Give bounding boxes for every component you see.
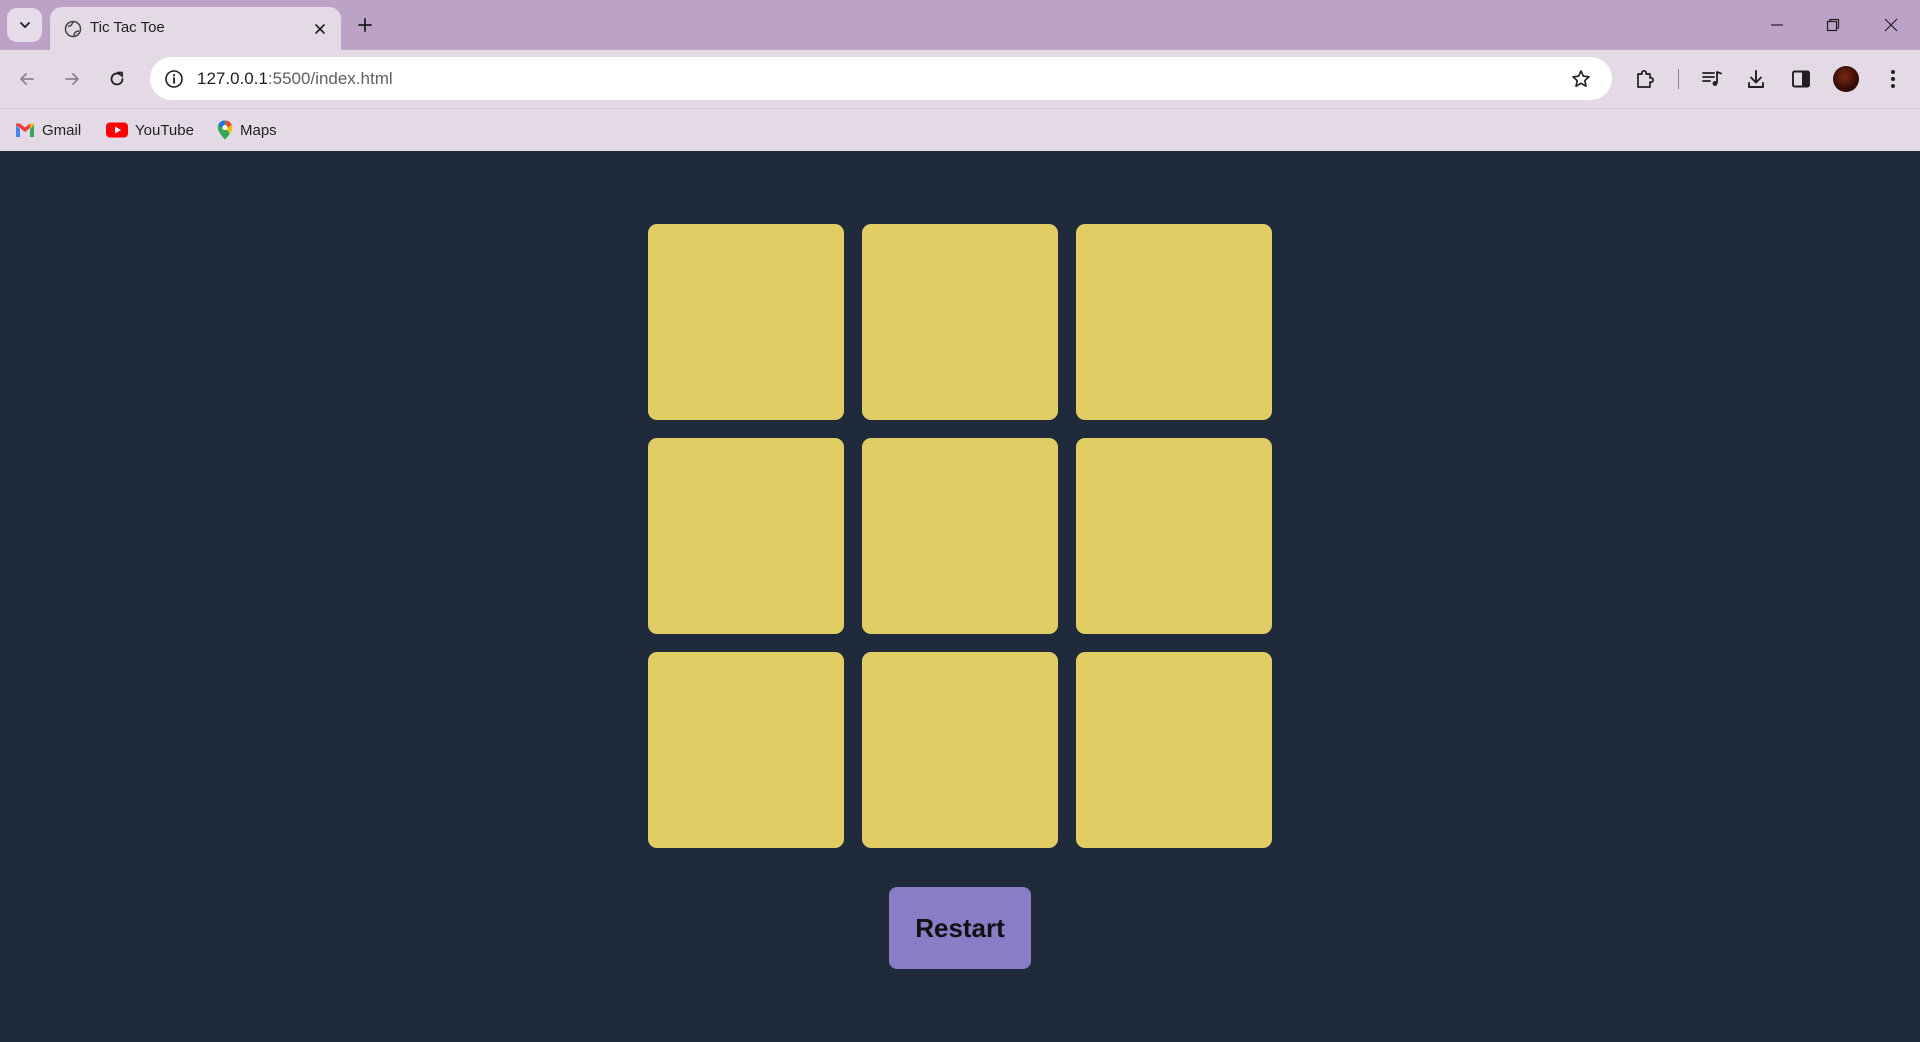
game-board xyxy=(648,224,1273,849)
media-controls-button[interactable] xyxy=(1697,64,1727,94)
browser-toolbar: 127.0.0.1:5500/index.html xyxy=(0,50,1920,108)
minimize-icon xyxy=(1771,24,1783,26)
url-host: 127.0.0.1 xyxy=(197,69,268,88)
tab-title: Tic Tac Toe xyxy=(90,19,165,36)
more-vertical-icon xyxy=(1891,70,1895,88)
gmail-icon xyxy=(16,123,34,137)
close-icon xyxy=(1884,18,1898,32)
profile-avatar[interactable] xyxy=(1833,66,1859,92)
close-icon xyxy=(315,24,325,34)
address-bar[interactable]: 127.0.0.1:5500/index.html xyxy=(150,57,1612,100)
board-cell[interactable] xyxy=(862,652,1058,848)
download-icon xyxy=(1748,70,1764,88)
arrow-right-icon xyxy=(65,73,79,85)
info-icon xyxy=(165,70,183,88)
back-button[interactable] xyxy=(12,64,42,94)
browser-title-bar: Tic Tac Toe xyxy=(0,0,1920,50)
extensions-button[interactable] xyxy=(1631,64,1661,94)
bookmark-youtube-label: YouTube xyxy=(135,121,194,139)
board-cell[interactable] xyxy=(648,438,844,634)
forward-button[interactable] xyxy=(57,64,87,94)
reload-icon xyxy=(110,71,124,86)
youtube-icon xyxy=(106,122,128,138)
bookmark-gmail-label: Gmail xyxy=(42,121,82,139)
board-cell[interactable] xyxy=(648,652,844,848)
bookmark-gmail[interactable]: Gmail xyxy=(15,117,81,143)
browser-menu-button[interactable] xyxy=(1878,64,1908,94)
side-panel-icon xyxy=(1792,70,1810,88)
bookmark-star-button[interactable] xyxy=(1569,67,1593,91)
restore-button[interactable] xyxy=(1818,10,1848,40)
restore-icon xyxy=(1826,18,1840,32)
music-queue-icon xyxy=(1702,71,1722,86)
page-content: Restart xyxy=(0,151,1920,1042)
bookmark-maps-label: Maps xyxy=(240,121,277,139)
site-info-button[interactable] xyxy=(160,65,188,93)
minimize-button[interactable] xyxy=(1762,10,1792,40)
url-text: 127.0.0.1:5500/index.html xyxy=(197,68,393,90)
plus-icon xyxy=(358,18,372,32)
globe-icon xyxy=(64,20,82,38)
side-panel-button[interactable] xyxy=(1786,64,1816,94)
close-window-button[interactable] xyxy=(1876,10,1906,40)
board-cell[interactable] xyxy=(862,438,1058,634)
chevron-down-icon xyxy=(19,22,30,28)
bookmark-youtube[interactable]: YouTube xyxy=(106,117,194,143)
toolbar-divider xyxy=(1678,69,1679,89)
downloads-button[interactable] xyxy=(1741,64,1771,94)
board-cell[interactable] xyxy=(1076,438,1272,634)
star-icon xyxy=(1572,70,1590,87)
reload-button[interactable] xyxy=(102,64,132,94)
board-cell[interactable] xyxy=(1076,652,1272,848)
maps-pin-icon xyxy=(217,120,233,140)
bookmark-maps[interactable]: Maps xyxy=(217,117,277,143)
board-cell[interactable] xyxy=(862,224,1058,420)
tab-search-button[interactable] xyxy=(7,8,42,42)
arrow-left-icon xyxy=(20,73,34,85)
tab-close-button[interactable] xyxy=(310,19,330,39)
board-cell[interactable] xyxy=(648,224,844,420)
new-tab-button[interactable] xyxy=(352,12,378,38)
tab-active[interactable]: Tic Tac Toe xyxy=(50,7,341,50)
bookmarks-bar: Gmail YouTube Maps xyxy=(0,108,1920,151)
restart-button[interactable]: Restart xyxy=(889,887,1031,969)
url-path: :5500/index.html xyxy=(267,69,393,88)
puzzle-icon xyxy=(1637,70,1654,88)
board-cell[interactable] xyxy=(1076,224,1272,420)
